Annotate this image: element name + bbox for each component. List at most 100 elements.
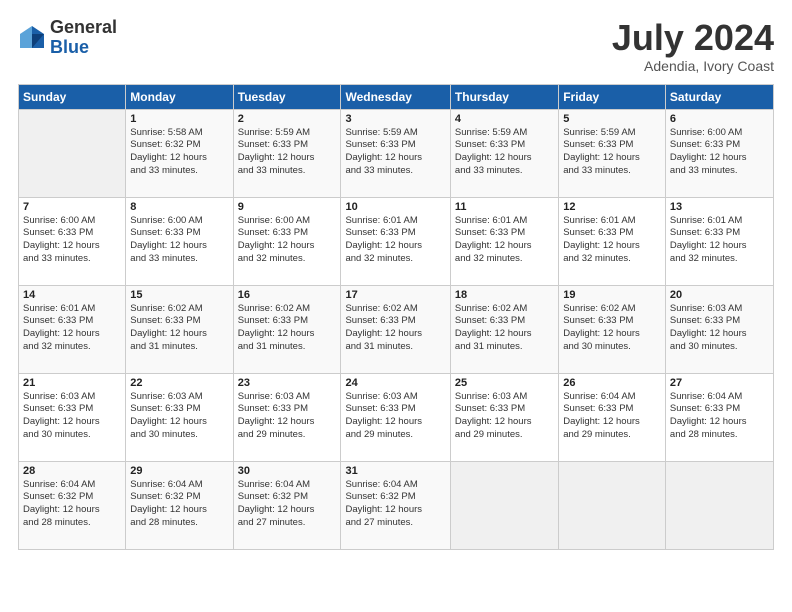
day-info: Sunrise: 6:02 AM Sunset: 6:33 PM Dayligh…	[563, 303, 661, 354]
day-info: Sunrise: 5:59 AM Sunset: 6:33 PM Dayligh…	[455, 127, 554, 178]
calendar-header-sunday: Sunday	[19, 84, 126, 109]
day-info: Sunrise: 6:02 AM Sunset: 6:33 PM Dayligh…	[130, 303, 228, 354]
day-info: Sunrise: 6:02 AM Sunset: 6:33 PM Dayligh…	[345, 303, 445, 354]
calendar-cell	[665, 461, 773, 549]
day-number: 19	[563, 289, 661, 301]
day-info: Sunrise: 6:00 AM Sunset: 6:33 PM Dayligh…	[23, 215, 121, 266]
calendar-cell: 20Sunrise: 6:03 AM Sunset: 6:33 PM Dayli…	[665, 285, 773, 373]
calendar-header-tuesday: Tuesday	[233, 84, 341, 109]
day-info: Sunrise: 6:03 AM Sunset: 6:33 PM Dayligh…	[130, 391, 228, 442]
day-number: 3	[345, 113, 445, 125]
subtitle: Adendia, Ivory Coast	[612, 58, 774, 74]
day-number: 11	[455, 201, 554, 213]
calendar-cell: 18Sunrise: 6:02 AM Sunset: 6:33 PM Dayli…	[450, 285, 558, 373]
calendar-header-thursday: Thursday	[450, 84, 558, 109]
day-info: Sunrise: 6:02 AM Sunset: 6:33 PM Dayligh…	[238, 303, 337, 354]
day-info: Sunrise: 6:00 AM Sunset: 6:33 PM Dayligh…	[670, 127, 769, 178]
day-number: 17	[345, 289, 445, 301]
calendar-week-5: 28 Sunrise: 6:04 AM Sunset: 6:32 PM Dayli…	[19, 461, 774, 549]
day-info: Sunrise: 6:04 AM Sunset: 6:32 PM Dayligh…	[238, 479, 337, 530]
calendar-week-3: 14 Sunrise: 6:01 AM Sunset: 6:33 PM Dayli…	[19, 285, 774, 373]
calendar-week-2: 7 Sunrise: 6:00 AM Sunset: 6:33 PM Daylig…	[19, 197, 774, 285]
logo-icon	[18, 24, 46, 52]
logo-blue: Blue	[50, 38, 117, 58]
day-number: 23	[238, 377, 337, 389]
logo-text: General Blue	[50, 18, 117, 58]
calendar-cell	[559, 461, 666, 549]
day-info: Sunrise: 6:01 AM Sunset: 6:33 PM Dayligh…	[23, 303, 121, 354]
day-number: 24	[345, 377, 445, 389]
day-number: 28	[23, 465, 121, 477]
day-info: Sunrise: 6:01 AM Sunset: 6:33 PM Dayligh…	[345, 215, 445, 266]
day-info: Sunrise: 6:04 AM Sunset: 6:32 PM Dayligh…	[130, 479, 228, 530]
calendar-cell	[19, 109, 126, 197]
day-info: Sunrise: 6:03 AM Sunset: 6:33 PM Dayligh…	[238, 391, 337, 442]
calendar-header-row: SundayMondayTuesdayWednesdayThursdayFrid…	[19, 84, 774, 109]
calendar-cell: 11 Sunrise: 6:01 AM Sunset: 6:33 PM Dayli…	[450, 197, 558, 285]
day-number: 30	[238, 465, 337, 477]
day-info: Sunrise: 6:00 AM Sunset: 6:33 PM Dayligh…	[130, 215, 228, 266]
calendar-header-wednesday: Wednesday	[341, 84, 450, 109]
calendar-cell: 25Sunrise: 6:03 AM Sunset: 6:33 PM Dayli…	[450, 373, 558, 461]
day-number: 2	[238, 113, 337, 125]
day-info: Sunrise: 6:01 AM Sunset: 6:33 PM Dayligh…	[455, 215, 554, 266]
day-number: 13	[670, 201, 769, 213]
calendar-cell: 23 Sunrise: 6:03 AM Sunset: 6:33 PM Dayli…	[233, 373, 341, 461]
day-info: Sunrise: 6:03 AM Sunset: 6:33 PM Dayligh…	[455, 391, 554, 442]
calendar: SundayMondayTuesdayWednesdayThursdayFrid…	[18, 84, 774, 550]
calendar-cell: 24 Sunrise: 6:03 AM Sunset: 6:33 PM Dayli…	[341, 373, 450, 461]
page: General Blue July 2024 Adendia, Ivory Co…	[0, 0, 792, 612]
day-number: 20	[670, 289, 769, 301]
calendar-cell	[450, 461, 558, 549]
calendar-week-4: 21Sunrise: 6:03 AM Sunset: 6:33 PM Dayli…	[19, 373, 774, 461]
calendar-cell: 4 Sunrise: 5:59 AM Sunset: 6:33 PM Daylig…	[450, 109, 558, 197]
calendar-cell: 29 Sunrise: 6:04 AM Sunset: 6:32 PM Dayli…	[126, 461, 233, 549]
calendar-cell: 10 Sunrise: 6:01 AM Sunset: 6:33 PM Dayli…	[341, 197, 450, 285]
day-number: 31	[345, 465, 445, 477]
day-info: Sunrise: 6:04 AM Sunset: 6:32 PM Dayligh…	[345, 479, 445, 530]
calendar-cell: 6Sunrise: 6:00 AM Sunset: 6:33 PM Daylig…	[665, 109, 773, 197]
day-number: 7	[23, 201, 121, 213]
day-number: 16	[238, 289, 337, 301]
calendar-cell: 26 Sunrise: 6:04 AM Sunset: 6:33 PM Dayli…	[559, 373, 666, 461]
day-number: 8	[130, 201, 228, 213]
day-number: 12	[563, 201, 661, 213]
calendar-cell: 3 Sunrise: 5:59 AM Sunset: 6:33 PM Daylig…	[341, 109, 450, 197]
calendar-cell: 21Sunrise: 6:03 AM Sunset: 6:33 PM Dayli…	[19, 373, 126, 461]
day-info: Sunrise: 6:03 AM Sunset: 6:33 PM Dayligh…	[345, 391, 445, 442]
day-number: 14	[23, 289, 121, 301]
calendar-cell: 31 Sunrise: 6:04 AM Sunset: 6:32 PM Dayli…	[341, 461, 450, 549]
day-info: Sunrise: 6:04 AM Sunset: 6:32 PM Dayligh…	[23, 479, 121, 530]
main-title: July 2024	[612, 18, 774, 58]
day-info: Sunrise: 6:04 AM Sunset: 6:33 PM Dayligh…	[563, 391, 661, 442]
day-number: 22	[130, 377, 228, 389]
day-number: 15	[130, 289, 228, 301]
calendar-cell: 1Sunrise: 5:58 AM Sunset: 6:32 PM Daylig…	[126, 109, 233, 197]
calendar-cell: 22 Sunrise: 6:03 AM Sunset: 6:33 PM Dayli…	[126, 373, 233, 461]
logo-general: General	[50, 18, 117, 38]
day-number: 1	[130, 113, 228, 125]
day-number: 4	[455, 113, 554, 125]
day-info: Sunrise: 5:59 AM Sunset: 6:33 PM Dayligh…	[238, 127, 337, 178]
calendar-cell: 2 Sunrise: 5:59 AM Sunset: 6:33 PM Daylig…	[233, 109, 341, 197]
calendar-cell: 14 Sunrise: 6:01 AM Sunset: 6:33 PM Dayli…	[19, 285, 126, 373]
calendar-cell: 28 Sunrise: 6:04 AM Sunset: 6:32 PM Dayli…	[19, 461, 126, 549]
day-info: Sunrise: 6:01 AM Sunset: 6:33 PM Dayligh…	[563, 215, 661, 266]
day-info: Sunrise: 5:59 AM Sunset: 6:33 PM Dayligh…	[345, 127, 445, 178]
day-info: Sunrise: 6:03 AM Sunset: 6:33 PM Dayligh…	[23, 391, 121, 442]
title-block: July 2024 Adendia, Ivory Coast	[612, 18, 774, 74]
calendar-week-1: 1Sunrise: 5:58 AM Sunset: 6:32 PM Daylig…	[19, 109, 774, 197]
calendar-header-monday: Monday	[126, 84, 233, 109]
day-number: 10	[345, 201, 445, 213]
calendar-cell: 8 Sunrise: 6:00 AM Sunset: 6:33 PM Daylig…	[126, 197, 233, 285]
day-info: Sunrise: 6:00 AM Sunset: 6:33 PM Dayligh…	[238, 215, 337, 266]
day-info: Sunrise: 6:04 AM Sunset: 6:33 PM Dayligh…	[670, 391, 769, 442]
calendar-cell: 5Sunrise: 5:59 AM Sunset: 6:33 PM Daylig…	[559, 109, 666, 197]
calendar-cell: 9 Sunrise: 6:00 AM Sunset: 6:33 PM Daylig…	[233, 197, 341, 285]
day-number: 29	[130, 465, 228, 477]
day-number: 9	[238, 201, 337, 213]
day-number: 27	[670, 377, 769, 389]
day-number: 5	[563, 113, 661, 125]
day-number: 26	[563, 377, 661, 389]
calendar-cell: 19 Sunrise: 6:02 AM Sunset: 6:33 PM Dayli…	[559, 285, 666, 373]
